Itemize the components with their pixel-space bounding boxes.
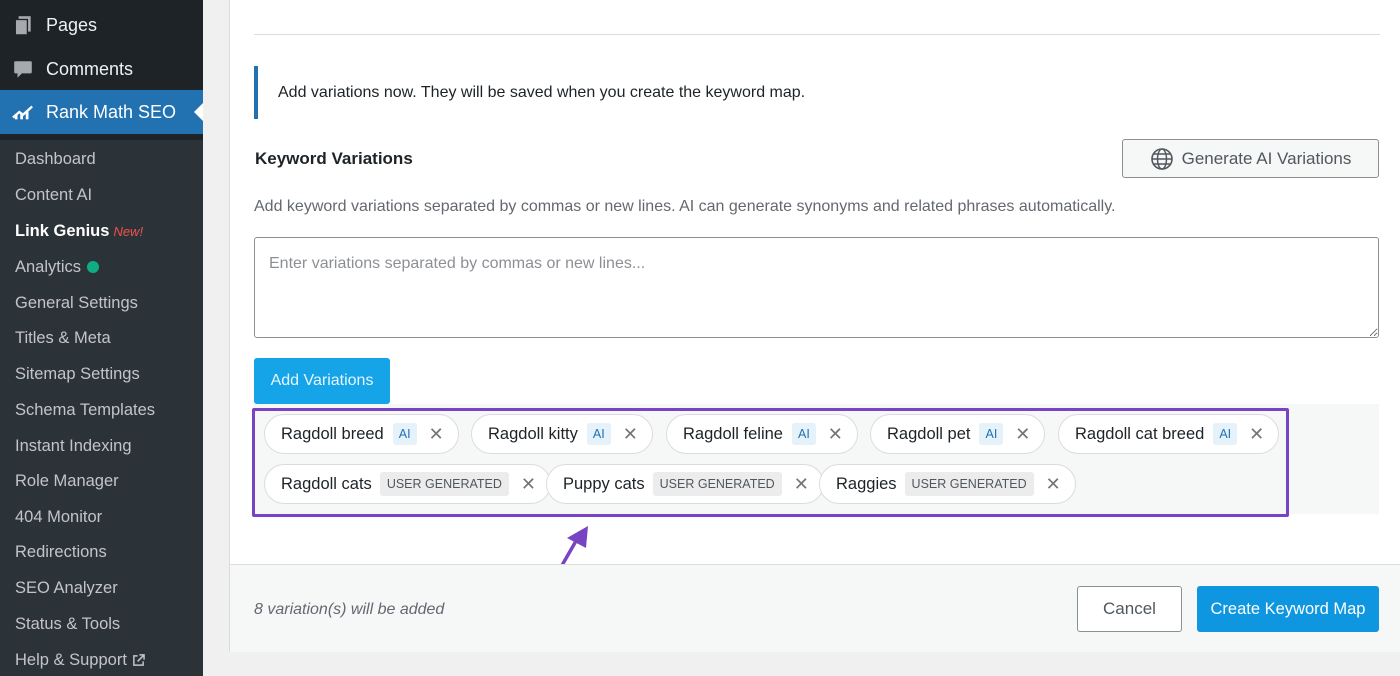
submenu-item-instant-indexing[interactable]: Instant Indexing (15, 434, 132, 458)
info-notice: Add variations now. They will be saved w… (254, 66, 954, 119)
submenu-label: 404 Monitor (15, 507, 103, 526)
submenu-item-seo-analyzer[interactable]: SEO Analyzer (15, 576, 118, 600)
submenu-label: Instant Indexing (15, 436, 132, 455)
submenu-label: Dashboard (15, 149, 96, 168)
submenu-label: Help & Support (15, 650, 127, 669)
divider (254, 34, 1380, 35)
submenu-label: General Settings (15, 293, 138, 312)
submenu-item-status-tools[interactable]: Status & Tools (15, 612, 120, 636)
submenu-item-404-monitor[interactable]: 404 Monitor (15, 505, 102, 529)
generate-ai-variations-button[interactable]: Generate AI Variations (1122, 139, 1379, 178)
globe-icon (1150, 147, 1173, 170)
menu-item-label: Pages (46, 14, 98, 35)
new-badge: New! (113, 223, 144, 239)
menu-item-pages[interactable]: Pages (0, 3, 203, 47)
submenu-item-analytics[interactable]: Analytics (15, 255, 100, 279)
comments-icon (14, 61, 32, 78)
status-dot-icon (87, 261, 100, 273)
add-variations-button[interactable]: Add Variations (254, 358, 390, 404)
submenu-label: Role Manager (15, 471, 119, 490)
create-keyword-map-button[interactable]: Create Keyword Map (1197, 586, 1379, 632)
annotation-highlight-box (252, 408, 1289, 517)
submenu-label: SEO Analyzer (15, 578, 118, 597)
menu-item-rank-math-seo[interactable]: Rank Math SEO (0, 90, 203, 134)
cancel-button[interactable]: Cancel (1077, 586, 1182, 632)
submenu-label: Status & Tools (15, 614, 121, 633)
menu-item-label: Comments (46, 58, 134, 79)
submenu-label: Analytics (15, 257, 82, 276)
section-description: Add keyword variations separated by comm… (254, 198, 1116, 215)
rank-math-submenu: Dashboard Content AI Link Genius New! Ana… (0, 140, 203, 676)
submenu-label: Sitemap Settings (15, 364, 140, 383)
submenu-item-dashboard[interactable]: Dashboard (15, 147, 96, 171)
pages-icon (14, 16, 31, 36)
submenu-label: Redirections (15, 542, 107, 561)
admin-sidebar: Pages Comments Rank Math SEO Dashboard C… (0, 0, 203, 676)
button-label: Generate AI Variations (1181, 148, 1352, 168)
submenu-label: Content AI (15, 185, 93, 204)
submenu-label: Schema Templates (15, 400, 156, 419)
notice-text: Add variations now. They will be saved w… (278, 84, 806, 101)
submenu-item-titles-meta[interactable]: Titles & Meta (15, 326, 111, 350)
external-link-icon (133, 653, 145, 666)
submenu-label: Link Genius (15, 221, 110, 240)
submenu-item-role-manager[interactable]: Role Manager (15, 469, 119, 493)
submenu-item-schema-templates[interactable]: Schema Templates (15, 398, 155, 422)
variations-count-text: 8 variation(s) will be added (254, 601, 445, 618)
section-title: Keyword Variations (255, 149, 413, 168)
submenu-label: Titles & Meta (15, 328, 111, 347)
submenu-item-help-support[interactable]: Help & Support (15, 648, 145, 672)
menu-item-comments[interactable]: Comments (0, 47, 203, 91)
rank-math-icon (12, 105, 33, 120)
submenu-item-sitemap-settings[interactable]: Sitemap Settings (15, 362, 140, 386)
submenu-item-content-ai[interactable]: Content AI (15, 183, 92, 207)
submenu-item-general-settings[interactable]: General Settings (15, 291, 138, 315)
menu-item-label: Rank Math SEO (46, 101, 177, 122)
variations-input[interactable] (254, 237, 1379, 338)
submenu-item-redirections[interactable]: Redirections (15, 540, 107, 564)
submenu-item-link-genius[interactable]: Link Genius New! (15, 219, 143, 243)
